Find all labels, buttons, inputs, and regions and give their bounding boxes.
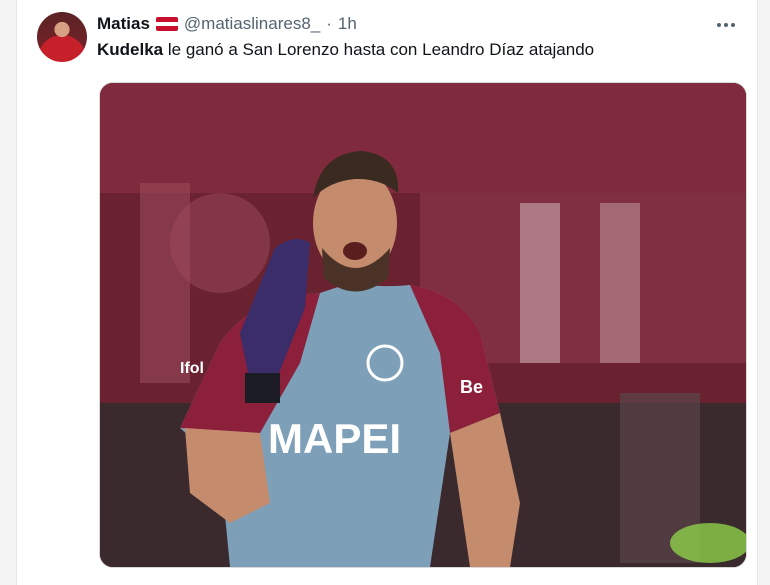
jersey-sponsor-text: MAPEI [268,415,401,462]
sleeve-text: Be [460,377,483,397]
goalkeeper-photo: MAPEI Be Ifol [100,83,746,567]
author-name[interactable]: Matias [97,14,150,34]
tweet-header: Matias @matiaslinares8_ · 1h [97,12,357,36]
separator-dot: · [326,14,332,33]
tweet-image[interactable]: MAPEI Be Ifol [99,82,747,568]
author-handle[interactable]: @matiaslinares8_ [184,14,320,34]
tweet-timestamp[interactable]: 1h [338,14,357,34]
tweet-text-bold: Kudelka [97,40,164,59]
tweet-text-body: le ganó a San Lorenzo hasta con Leandro … [163,40,595,59]
tweet-card[interactable]: Matias @matiaslinares8_ · 1h Kudelka le … [16,0,758,585]
tweet-text: Kudelka le ganó a San Lorenzo hasta con … [97,40,594,60]
chest-text: Ifol [180,360,204,377]
avatar[interactable] [37,12,87,62]
more-options-icon[interactable] [715,14,737,36]
flag-icon [155,17,178,31]
